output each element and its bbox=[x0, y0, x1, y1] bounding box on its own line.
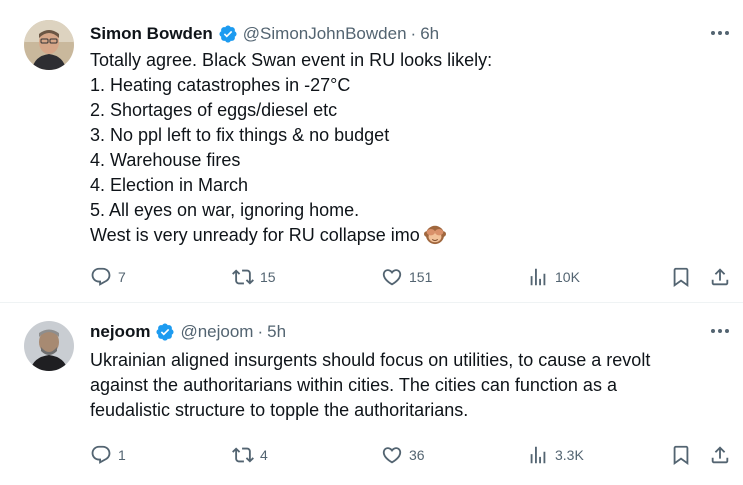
tweet-text-line: feudalistic structure to topple the auth… bbox=[90, 400, 469, 420]
views-chart-icon bbox=[530, 268, 546, 286]
tweet-text-line-last: West is very unready for RU collapse imo bbox=[90, 223, 723, 248]
views-button[interactable]: 10K bbox=[527, 264, 580, 290]
reply-icon bbox=[91, 445, 111, 464]
share-button[interactable] bbox=[709, 264, 731, 290]
timestamp[interactable]: 6h bbox=[420, 24, 439, 44]
views-count: 3.3K bbox=[555, 447, 584, 463]
heart-icon bbox=[382, 447, 402, 464]
separator-dot: · bbox=[257, 322, 264, 341]
tweet-header: Simon Bowden @SimonJohnBowden · 6h bbox=[90, 22, 683, 46]
views-chart-icon bbox=[530, 446, 546, 464]
author-name[interactable]: Simon Bowden bbox=[90, 24, 213, 44]
bookmark-button[interactable] bbox=[670, 442, 692, 468]
like-button[interactable]: 151 bbox=[381, 264, 432, 290]
tweet-text-line: 2. Shortages of eggs/diesel etc bbox=[90, 100, 338, 120]
avatar[interactable] bbox=[24, 321, 74, 371]
bookmark-icon bbox=[673, 445, 689, 466]
like-button[interactable]: 36 bbox=[381, 442, 425, 468]
more-options-icon[interactable] bbox=[709, 24, 731, 42]
author-name[interactable]: nejoom bbox=[90, 322, 150, 342]
repost-count: 15 bbox=[260, 269, 276, 285]
tweet-text-line: Totally agree. Black Swan event in RU lo… bbox=[90, 50, 493, 70]
tweet-text-line: against the authoritarians within cities… bbox=[90, 375, 617, 395]
like-count: 36 bbox=[409, 447, 425, 463]
avatar[interactable] bbox=[24, 20, 74, 70]
tweet-text-line: 3. No ppl left to fix things & no budget bbox=[90, 125, 390, 145]
tweet-text-line: Ukrainian aligned insurgents should focu… bbox=[90, 350, 651, 370]
bookmark-button[interactable] bbox=[670, 264, 692, 290]
views-count: 10K bbox=[555, 269, 580, 285]
see-no-evil-monkey-icon bbox=[423, 225, 446, 245]
repost-icon bbox=[232, 269, 254, 285]
share-icon bbox=[711, 268, 729, 286]
reply-button[interactable]: 1 bbox=[90, 442, 126, 468]
share-icon bbox=[711, 446, 729, 464]
repost-button[interactable]: 15 bbox=[232, 264, 276, 290]
repost-count: 4 bbox=[260, 447, 268, 463]
tweet-header: nejoom @nejoom · 5h bbox=[90, 320, 683, 344]
tweet-simon-bowden[interactable]: Simon Bowden @SimonJohnBowden · 6h Total… bbox=[0, 0, 743, 303]
tweet-text-line: 1. Heating catastrophes in -27°C bbox=[90, 75, 351, 95]
views-button[interactable]: 3.3K bbox=[527, 442, 584, 468]
author-handle[interactable]: @nejoom bbox=[180, 322, 253, 342]
separator-dot: · bbox=[410, 24, 417, 43]
tweet-text-line: 4. Warehouse fires bbox=[90, 150, 241, 170]
tweet-text-line: 4. Election in March bbox=[90, 175, 249, 195]
repost-button[interactable]: 4 bbox=[232, 442, 268, 468]
tweet-actions: 7 15 151 10K bbox=[90, 264, 740, 290]
tweet-nejoom[interactable]: nejoom @nejoom · 5h Ukrainian aligned in… bbox=[0, 304, 743, 485]
avatar-photo-icon bbox=[24, 20, 74, 70]
avatar-photo-icon bbox=[24, 321, 74, 371]
more-options-icon[interactable] bbox=[709, 322, 731, 340]
tweet-text: Ukrainian aligned insurgents should focu… bbox=[90, 348, 723, 423]
timestamp[interactable]: 5h bbox=[267, 322, 286, 342]
repost-icon bbox=[232, 447, 254, 463]
tweet-text: Totally agree. Black Swan event in RU lo… bbox=[90, 48, 723, 248]
verified-badge-icon bbox=[156, 323, 174, 341]
tweet-text-line: 5. All eyes on war, ignoring home. bbox=[90, 200, 360, 220]
like-count: 151 bbox=[409, 269, 433, 285]
bookmark-icon bbox=[673, 267, 689, 288]
author-handle[interactable]: @SimonJohnBowden bbox=[243, 24, 407, 44]
verified-badge-icon bbox=[219, 25, 237, 43]
share-button[interactable] bbox=[709, 442, 731, 468]
reply-count: 1 bbox=[118, 447, 126, 463]
reply-icon bbox=[91, 267, 111, 286]
heart-icon bbox=[382, 269, 402, 286]
reply-button[interactable]: 7 bbox=[90, 264, 126, 290]
reply-count: 7 bbox=[118, 269, 126, 285]
tweet-text-line-content: West is very unready for RU collapse imo bbox=[90, 225, 420, 245]
tweet-actions: 1 4 36 3.3K bbox=[90, 442, 740, 468]
